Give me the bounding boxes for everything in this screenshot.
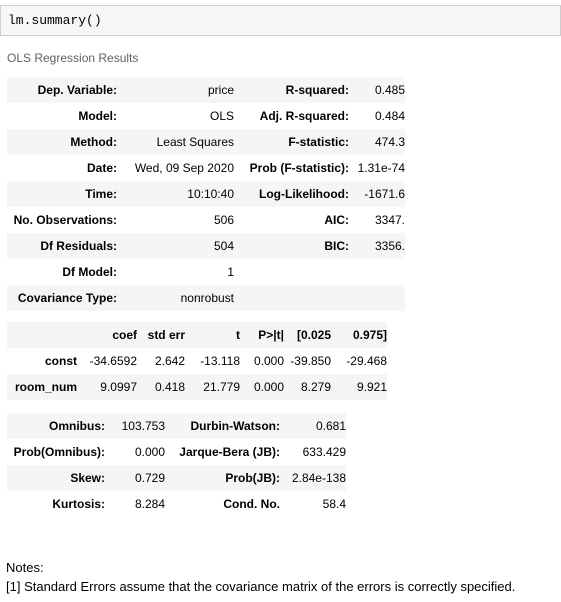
column-header: [0.025 bbox=[296, 328, 331, 342]
table-cell: 21.779 bbox=[203, 380, 240, 394]
stat-label: Time: bbox=[85, 187, 117, 201]
table-cell: 0.000 bbox=[253, 380, 284, 394]
stat-label bbox=[234, 259, 349, 285]
stat-label: Adj. R-squared: bbox=[259, 109, 349, 123]
stat-label: F-statistic: bbox=[288, 135, 349, 149]
table-cell: 8.279 bbox=[300, 380, 331, 394]
model-summary-table: Dep. Variable: price R-squared: 0.485 Mo… bbox=[7, 77, 405, 311]
stat-label: Df Residuals: bbox=[40, 239, 117, 253]
stat-value: 506 bbox=[213, 213, 234, 227]
stat-value: 0.484 bbox=[374, 109, 405, 123]
stat-label: R-squared: bbox=[285, 83, 349, 97]
notes-line: [1] Standard Errors assume that the cova… bbox=[6, 579, 516, 594]
stat-value: Least Squares bbox=[156, 135, 234, 149]
stat-value: nonrobust bbox=[180, 291, 234, 305]
stat-label: Kurtosis: bbox=[52, 497, 105, 511]
coefficients-table: coef std err t P>|t| [0.025 0.975] const… bbox=[7, 322, 387, 400]
table-header-row: coef std err t P>|t| [0.025 0.975] bbox=[7, 322, 387, 348]
column-header: 0.975] bbox=[352, 328, 387, 342]
stat-label: Durbin-Watson: bbox=[190, 419, 280, 433]
table-row: Omnibus: 103.753 Durbin-Watson: 0.681 bbox=[7, 413, 346, 439]
stat-label: Prob(JB): bbox=[225, 471, 280, 485]
stat-value: 0.681 bbox=[315, 419, 346, 433]
table-row: Date: Wed, 09 Sep 2020 Prob (F-statistic… bbox=[7, 155, 405, 181]
table-cell: -39.850 bbox=[290, 354, 331, 368]
stat-value: 0.000 bbox=[134, 445, 165, 459]
table-row: Prob(Omnibus): 0.000 Jarque-Bera (JB): 6… bbox=[7, 439, 346, 465]
stat-value: 2.84e-138 bbox=[291, 471, 346, 485]
stat-value: -1671.6 bbox=[364, 187, 405, 201]
stat-value: 1 bbox=[227, 265, 234, 279]
stat-value: 103.753 bbox=[121, 419, 165, 433]
stat-value bbox=[349, 259, 405, 285]
table-row: Df Model: 1 bbox=[7, 259, 405, 285]
table-row: Model: OLS Adj. R-squared: 0.484 bbox=[7, 103, 405, 129]
stat-value: 0.729 bbox=[134, 471, 165, 485]
stat-label: Prob (F-statistic): bbox=[249, 161, 349, 175]
table-cell: 0.418 bbox=[154, 380, 185, 394]
stat-label: No. Observations: bbox=[13, 213, 117, 227]
stat-label: Method: bbox=[70, 135, 117, 149]
table-row: No. Observations: 506 AIC: 3347. bbox=[7, 207, 405, 233]
code-cell[interactable]: lm.summary() bbox=[0, 5, 561, 36]
table-row: Kurtosis: 8.284 Cond. No. 58.4 bbox=[7, 491, 346, 517]
stat-value: 633.429 bbox=[302, 445, 346, 459]
stat-value: 8.284 bbox=[134, 497, 165, 511]
row-label: const bbox=[44, 354, 77, 368]
stat-label: Covariance Type: bbox=[17, 291, 117, 305]
table-row: Skew: 0.729 Prob(JB): 2.84e-138 bbox=[7, 465, 346, 491]
column-header: std err bbox=[147, 328, 185, 342]
stat-label: Dep. Variable: bbox=[37, 83, 117, 97]
table-row: Time: 10:10:40 Log-Likelihood: -1671.6 bbox=[7, 181, 405, 207]
diagnostics-table: Omnibus: 103.753 Durbin-Watson: 0.681 Pr… bbox=[7, 413, 346, 517]
table-cell: 2.642 bbox=[154, 354, 185, 368]
table-cell: 0.000 bbox=[253, 354, 284, 368]
stat-value: 58.4 bbox=[322, 497, 346, 511]
stat-label: Log-Likelihood: bbox=[259, 187, 349, 201]
table-row: Dep. Variable: price R-squared: 0.485 bbox=[7, 77, 405, 103]
stat-value: 3356. bbox=[374, 239, 405, 253]
row-label: room_num bbox=[14, 380, 77, 394]
table-cell: 9.921 bbox=[356, 380, 387, 394]
column-header bbox=[7, 322, 77, 348]
table-cell: -29.468 bbox=[346, 354, 387, 368]
column-header: P>|t| bbox=[258, 328, 284, 342]
table-cell: 9.0997 bbox=[100, 380, 137, 394]
notes-title: Notes: bbox=[6, 560, 44, 575]
code-input[interactable]: lm.summary() bbox=[8, 13, 102, 28]
table-row: Df Residuals: 504 BIC: 3356. bbox=[7, 233, 405, 259]
stat-value: 474.3 bbox=[374, 135, 405, 149]
table-row: const -34.6592 2.642 -13.118 0.000 -39.8… bbox=[7, 348, 387, 374]
stat-label: BIC: bbox=[324, 239, 349, 253]
stat-label: Jarque-Bera (JB): bbox=[179, 445, 280, 459]
column-header: t bbox=[236, 328, 240, 342]
stat-label: AIC: bbox=[324, 213, 349, 227]
column-header: coef bbox=[112, 328, 137, 342]
stat-value: 10:10:40 bbox=[187, 187, 234, 201]
stat-value: 3347. bbox=[374, 213, 405, 227]
table-cell: -34.6592 bbox=[89, 354, 137, 368]
stat-label: Date: bbox=[86, 161, 117, 175]
stat-value bbox=[349, 285, 405, 311]
stat-label: Skew: bbox=[70, 471, 105, 485]
stat-label: Prob(Omnibus): bbox=[13, 445, 105, 459]
stat-label: Model: bbox=[78, 109, 117, 123]
stat-value: 504 bbox=[213, 239, 234, 253]
stat-value: 0.485 bbox=[374, 83, 405, 97]
stat-label: Omnibus: bbox=[49, 419, 105, 433]
table-row: room_num 9.0997 0.418 21.779 0.000 8.279… bbox=[7, 374, 387, 400]
results-title: OLS Regression Results bbox=[7, 51, 139, 65]
table-cell: -13.118 bbox=[200, 354, 240, 368]
stat-value: OLS bbox=[209, 109, 234, 123]
stat-value: 1.31e-74 bbox=[357, 161, 405, 175]
stat-label: Cond. No. bbox=[223, 497, 280, 511]
stat-value: Wed, 09 Sep 2020 bbox=[134, 161, 234, 175]
table-row: Covariance Type: nonrobust bbox=[7, 285, 405, 311]
table-row: Method: Least Squares F-statistic: 474.3 bbox=[7, 129, 405, 155]
stat-value: price bbox=[207, 83, 234, 97]
stat-label: Df Model: bbox=[62, 265, 117, 279]
stat-label bbox=[234, 285, 349, 311]
